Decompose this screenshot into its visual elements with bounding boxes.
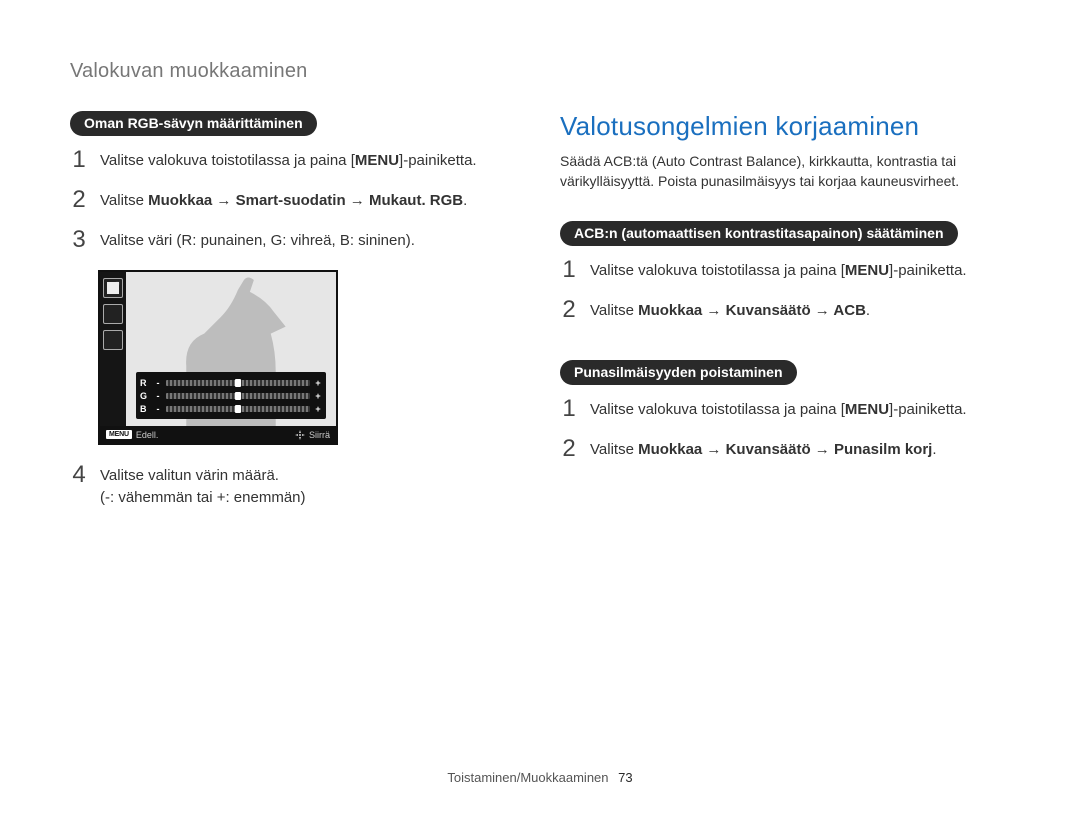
plus-label: +	[314, 404, 322, 414]
text-fragment: ]-painiketta.	[889, 262, 967, 279]
text-fragment: .	[866, 302, 870, 319]
step-text: Valitse Muokkaa → Kuvansäätö → ACB.	[590, 300, 1010, 322]
text-fragment: .	[463, 192, 467, 209]
left-column: Oman RGB-sävyn määrittäminen 1 Valitse v…	[70, 111, 520, 527]
text-fragment: Valitse	[590, 302, 638, 319]
footer-section-label: Toistaminen/Muokkaaminen	[447, 770, 608, 785]
subsection-pill-redeye: Punasilmäisyyden poistaminen	[560, 360, 797, 385]
screen-sidebar	[100, 272, 126, 426]
text-fragment: Valitse	[100, 192, 148, 209]
sidebar-thumb-icon	[103, 278, 123, 298]
step-2: 2 Valitse Muokkaa → Smart-suodatin → Muk…	[70, 190, 520, 212]
path-label: Muokkaa → Kuvansäätö → ACB	[638, 302, 866, 319]
menu-label: MENU	[845, 401, 889, 418]
step-text: Valitse valitun värin määrä. (-: vähemmä…	[100, 465, 520, 509]
step-number: 3	[70, 228, 88, 252]
text-fragment: Valitse valitun värin määrä.	[100, 467, 279, 484]
step-text: Valitse valokuva toistotilassa ja paina …	[590, 399, 1010, 421]
step-text: Valitse valokuva toistotilassa ja paina …	[100, 150, 520, 172]
manual-page: Valokuvan muokkaaminen Oman RGB-sävyn mä…	[0, 0, 1080, 815]
step-number: 1	[560, 397, 578, 421]
step-number: 1	[560, 258, 578, 282]
steps-rgb: 1 Valitse valokuva toistotilassa ja pain…	[70, 150, 520, 252]
step-2: 2 Valitse Muokkaa → Kuvansäätö → Punasil…	[560, 439, 1010, 461]
subsection-pill-rgb: Oman RGB-sävyn määrittäminen	[70, 111, 317, 136]
spacer	[560, 340, 1010, 360]
steps-acb: 1 Valitse valokuva toistotilassa ja pain…	[560, 260, 1010, 322]
step-3: 3 Valitse väri (R: punainen, G: vihreä, …	[70, 230, 520, 252]
plus-label: +	[314, 378, 322, 388]
step-number: 1	[70, 148, 88, 172]
step-number: 2	[560, 298, 578, 322]
menu-label: MENU	[845, 262, 889, 279]
page-header: Valokuvan muokkaaminen	[70, 60, 1010, 83]
text-fragment: Valitse valokuva toistotilassa ja paina …	[590, 401, 845, 418]
text-fragment: Valitse valokuva toistotilassa ja paina …	[100, 152, 355, 169]
text-fragment: ]-painiketta.	[889, 401, 967, 418]
step-text: Valitse väri (R: punainen, G: vihreä, B:…	[100, 230, 520, 252]
columns: Oman RGB-sävyn määrittäminen 1 Valitse v…	[70, 111, 1010, 527]
step-text: Valitse Muokkaa → Smart-suodatin → Mukau…	[100, 190, 520, 212]
page-footer: Toistaminen/Muokkaaminen 73	[0, 770, 1080, 785]
step-1: 1 Valitse valokuva toistotilassa ja pain…	[70, 150, 520, 172]
minus-label: -	[154, 378, 162, 388]
step-number: 2	[560, 437, 578, 461]
right-column: Valotusongelmien korjaaminen Säädä ACB:t…	[560, 111, 1010, 527]
steps-redeye: 1 Valitse valokuva toistotilassa ja pain…	[560, 399, 1010, 461]
step-text: Valitse valokuva toistotilassa ja paina …	[590, 260, 1010, 282]
text-fragment: .	[932, 441, 936, 458]
intro-text: Säädä ACB:tä (Auto Contrast Balance), ki…	[560, 152, 1010, 191]
minus-label: -	[154, 404, 162, 414]
subsection-pill-acb: ACB:n (automaattisen kontrastitasapainon…	[560, 221, 958, 246]
menu-button-icon: MENU	[106, 430, 132, 439]
page-number: 73	[618, 770, 632, 785]
move-label: Siirrä	[309, 430, 330, 440]
menu-label: MENU	[355, 152, 399, 169]
text-fragment: Valitse	[590, 441, 638, 458]
step-1: 1 Valitse valokuva toistotilassa ja pain…	[560, 260, 1010, 282]
text-fragment: Valitse valokuva toistotilassa ja paina …	[590, 262, 845, 279]
sidebar-frame-icon	[103, 330, 123, 350]
text-fragment: (-: vähemmän tai +: enemmän)	[100, 489, 306, 506]
channel-label-g: G	[140, 391, 150, 401]
slider-row-r: R - +	[140, 376, 322, 389]
step-number: 2	[70, 188, 88, 212]
slider-track	[166, 406, 310, 412]
slider-track	[166, 393, 310, 399]
step-number: 4	[70, 463, 88, 487]
minus-label: -	[154, 391, 162, 401]
text-fragment: ]-painiketta.	[399, 152, 477, 169]
step-4: 4 Valitse valitun värin määrä. (-: vähem…	[70, 465, 520, 509]
step-1: 1 Valitse valokuva toistotilassa ja pain…	[560, 399, 1010, 421]
slider-row-g: G - +	[140, 389, 322, 402]
path-label: Muokkaa → Kuvansäätö → Punasilm korj	[638, 441, 932, 458]
screen-statusbar: MENU Edell. Siirrä	[100, 426, 336, 443]
step-text: Valitse Muokkaa → Kuvansäätö → Punasilm …	[590, 439, 1010, 461]
back-label: Edell.	[136, 430, 159, 440]
rgb-sliders: R - + G - + B - +	[136, 372, 326, 419]
step-2: 2 Valitse Muokkaa → Kuvansäätö → ACB.	[560, 300, 1010, 322]
sidebar-adjust-icon	[103, 304, 123, 324]
channel-label-b: B	[140, 404, 150, 414]
nav-arrows-icon	[295, 430, 305, 440]
slider-row-b: B - +	[140, 402, 322, 415]
plus-label: +	[314, 391, 322, 401]
section-title-exposure: Valotusongelmien korjaaminen	[560, 111, 1010, 142]
path-label: Muokkaa → Smart-suodatin → Mukaut. RGB	[148, 192, 463, 209]
steps-rgb-cont: 4 Valitse valitun värin määrä. (-: vähem…	[70, 465, 520, 509]
channel-label-r: R	[140, 378, 150, 388]
camera-screen-illustration: R - + G - + B - +	[98, 270, 338, 445]
slider-track	[166, 380, 310, 386]
